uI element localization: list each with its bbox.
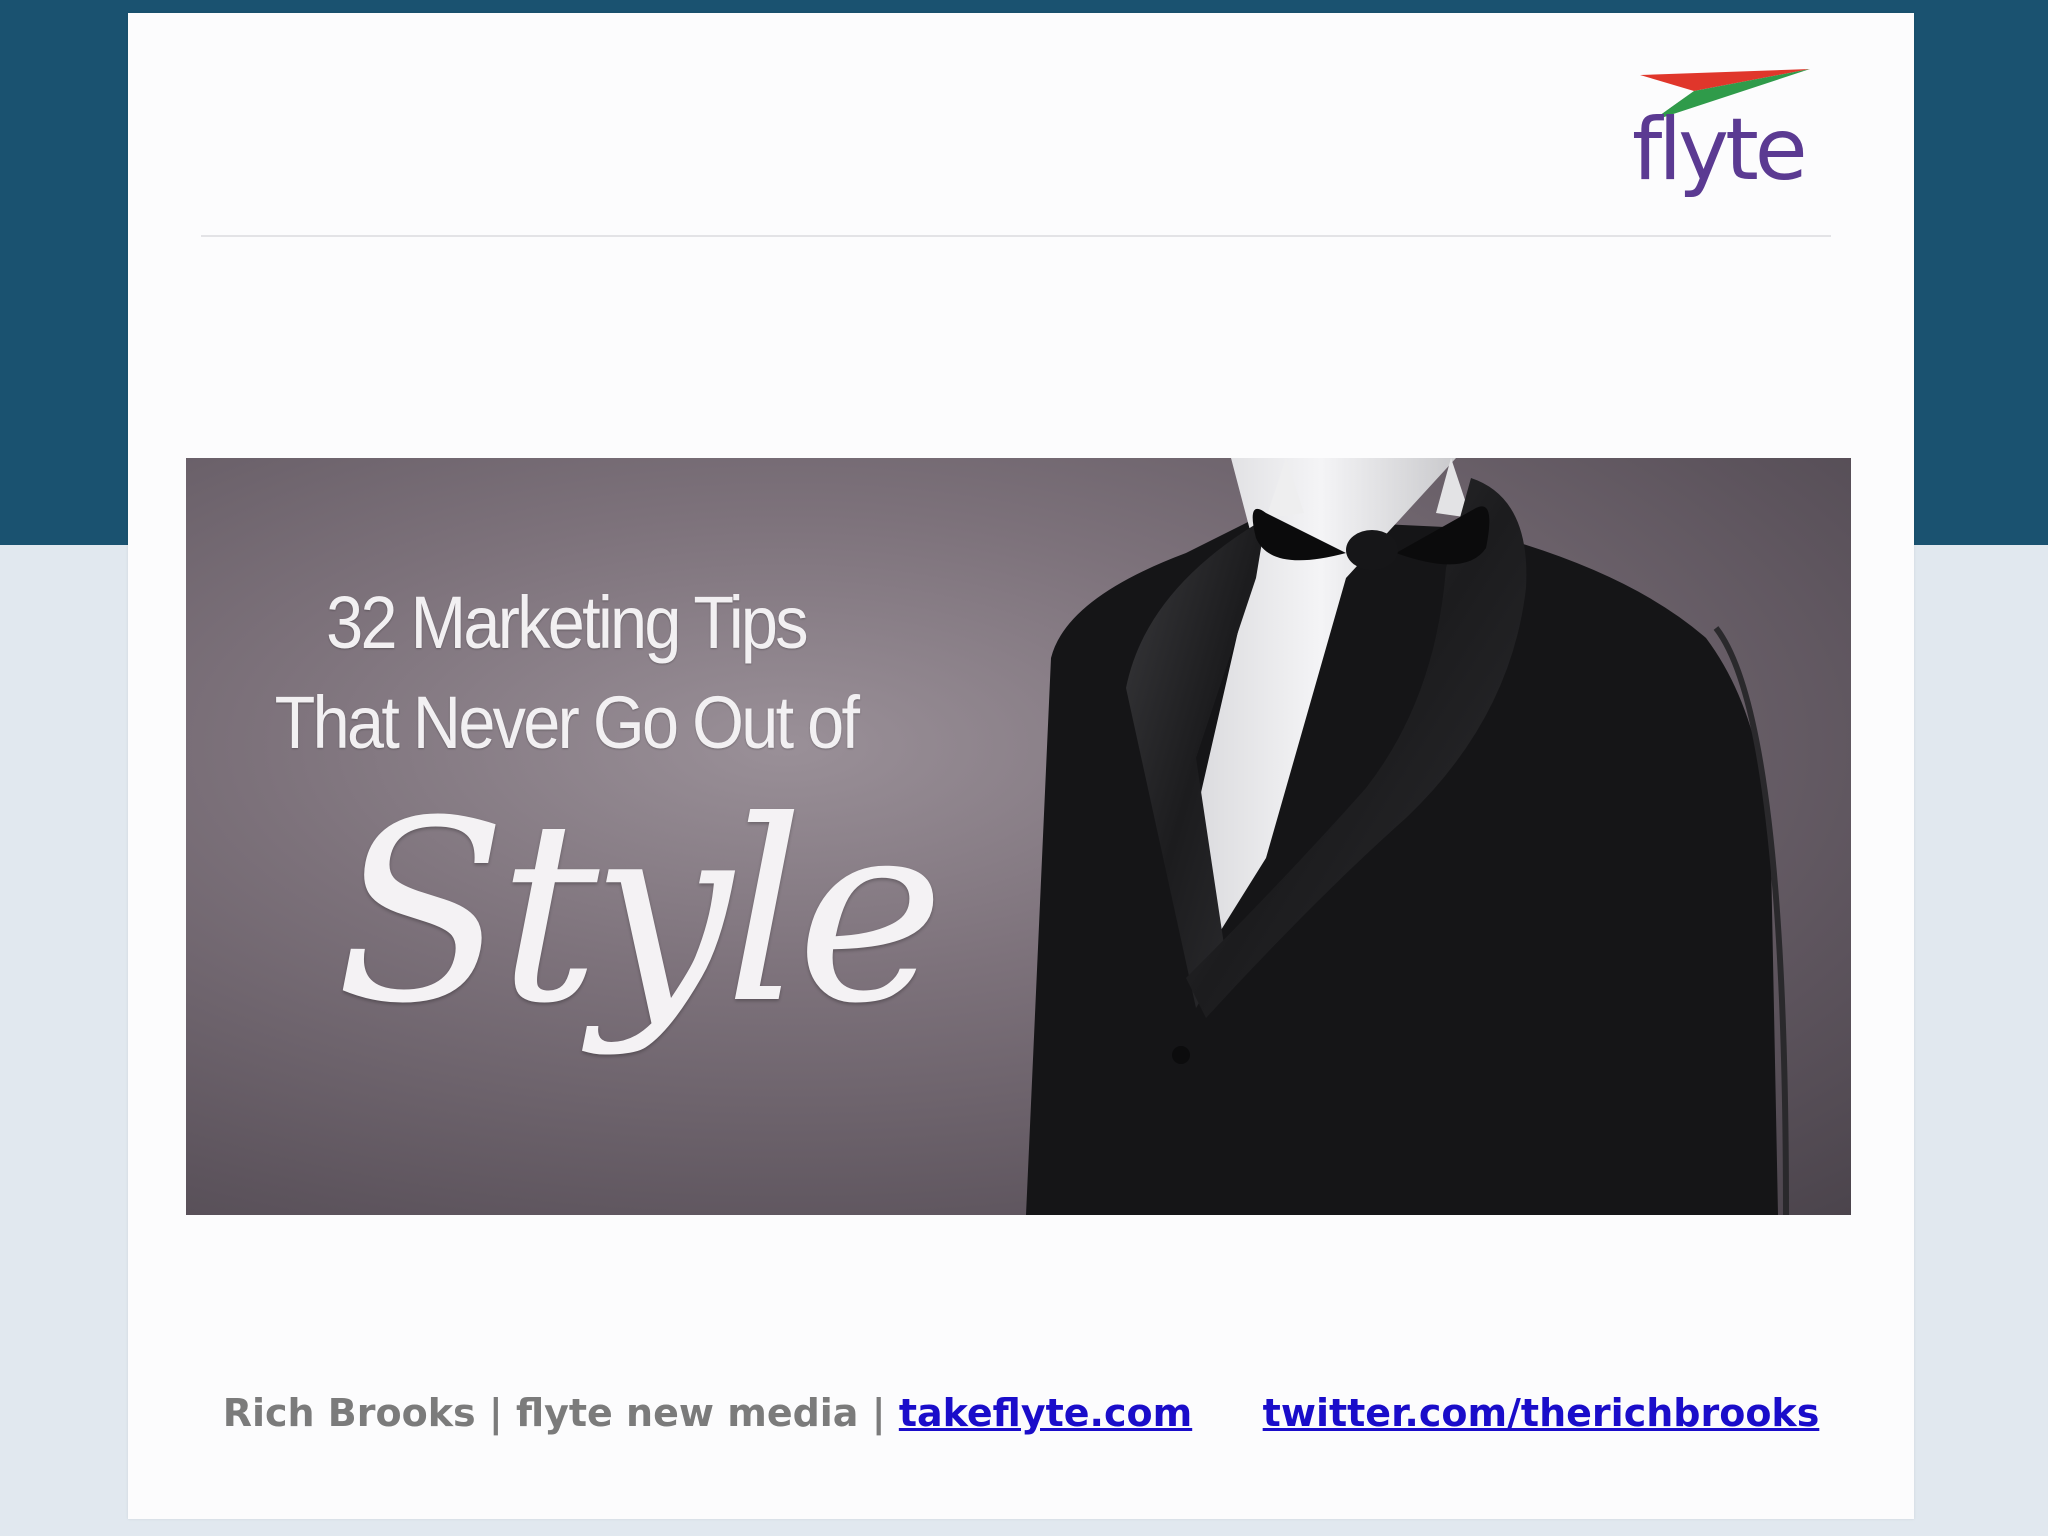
footer-separator: | xyxy=(871,1391,886,1435)
banner-headline-line2: That Never Go Out of xyxy=(274,681,860,764)
footer-separator: | xyxy=(488,1391,503,1435)
logo-wordmark: flyte xyxy=(1632,100,1808,200)
header-divider xyxy=(201,235,1831,237)
footer-signature: Rich Brooks | flyte new media | takeflyt… xyxy=(128,1391,1914,1435)
email-card: flyte 32 Marketing Tips That Never Go Ou… xyxy=(128,13,1914,1519)
author-name: Rich Brooks xyxy=(222,1391,476,1435)
website-link[interactable]: takeflyte.com xyxy=(899,1391,1192,1435)
banner-script-word: Style xyxy=(335,767,945,1058)
company-name: flyte new media xyxy=(515,1391,859,1435)
twitter-link[interactable]: twitter.com/therichbrooks xyxy=(1263,1391,1820,1435)
hero-banner[interactable]: 32 Marketing Tips That Never Go Out of S… xyxy=(186,458,1851,1215)
banner-headline-line1: 32 Marketing Tips xyxy=(326,581,808,664)
flyte-logo[interactable]: flyte xyxy=(1632,55,1812,225)
